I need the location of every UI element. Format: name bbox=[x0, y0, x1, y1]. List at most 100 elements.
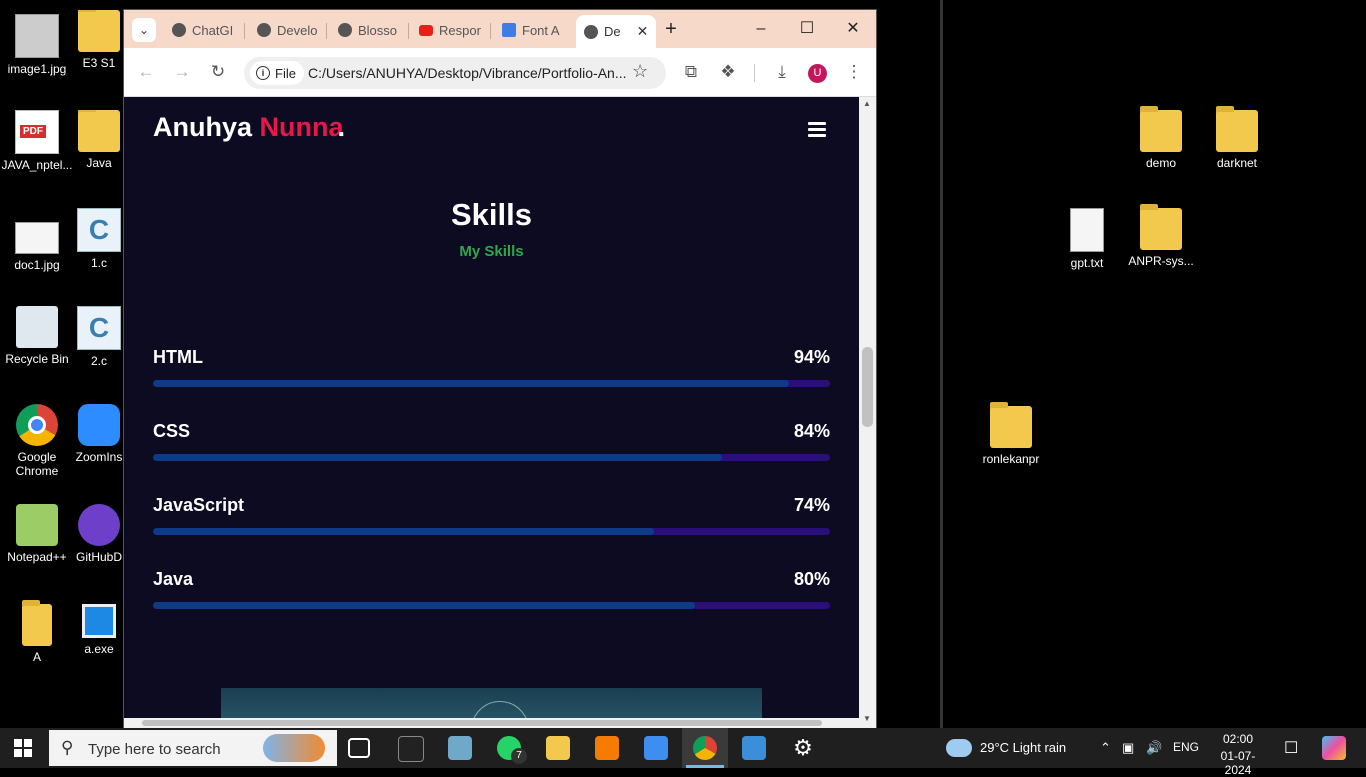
app-icon[interactable] bbox=[448, 736, 472, 760]
taskbar-search-box[interactable]: ⚲ Type here to search bbox=[49, 730, 337, 766]
menu-button[interactable]: ⋮ bbox=[843, 61, 865, 83]
xampp-icon[interactable] bbox=[595, 736, 619, 760]
horizontal-scroll-thumb[interactable] bbox=[142, 720, 822, 726]
weather-text[interactable]: 29°C Light rain bbox=[980, 740, 1066, 755]
text-file-icon bbox=[1070, 208, 1104, 252]
desktop-icon-doc1[interactable]: doc1.jpg bbox=[0, 210, 74, 272]
tab-label: Font A bbox=[522, 22, 560, 38]
horizontal-scrollbar[interactable] bbox=[124, 718, 859, 728]
language-indicator[interactable]: ENG bbox=[1173, 740, 1199, 754]
recycle-bin-icon bbox=[16, 306, 58, 348]
forward-button[interactable]: → bbox=[171, 61, 193, 83]
skill-name: HTML bbox=[153, 347, 203, 367]
windows-start-icon[interactable] bbox=[14, 739, 32, 757]
site-info-label: File bbox=[275, 65, 296, 81]
browser-window: ⌄ ChatGI Develo Blosso Respor Font A De bbox=[124, 10, 876, 728]
desktop-icon-label: ANPR-sys... bbox=[1128, 254, 1194, 268]
desktop-icon-a-folder[interactable]: A bbox=[0, 600, 74, 664]
image-file-icon bbox=[15, 14, 59, 58]
tab-develo[interactable]: Develo bbox=[257, 16, 317, 44]
desktop-icon-google-chrome[interactable]: Google Chrome bbox=[0, 404, 74, 478]
bookmark-star-icon[interactable]: ☆ bbox=[632, 61, 648, 82]
skill-name: Java bbox=[153, 569, 194, 589]
site-info-chip[interactable]: i File bbox=[250, 61, 304, 85]
downloads-button[interactable]: ⤓ bbox=[771, 61, 793, 83]
desktop-icon-java[interactable]: Java bbox=[74, 110, 124, 170]
desktop-icon-github[interactable]: GitHubD bbox=[74, 504, 124, 564]
chrome-icon bbox=[693, 736, 717, 760]
hamburger-menu-icon[interactable] bbox=[808, 122, 826, 140]
address-bar[interactable]: i File C:/Users/ANUHYA/Desktop/Vibrance/… bbox=[244, 57, 666, 89]
scroll-down-icon[interactable]: ▼ bbox=[863, 714, 871, 723]
reload-button[interactable]: ↻ bbox=[207, 61, 229, 83]
settings-gear-icon[interactable]: ⚙ bbox=[791, 736, 815, 760]
network-icon[interactable]: ▣ bbox=[1122, 740, 1134, 756]
desktop-icon-notepadpp[interactable]: Notepad++ bbox=[0, 504, 74, 564]
desktop-icon-zoom[interactable]: ZoomIns bbox=[74, 404, 124, 464]
vertical-scrollbar[interactable]: ▲ ▼ bbox=[859, 97, 876, 728]
clock[interactable]: 02:00 01-07-2024 bbox=[1208, 732, 1268, 777]
tab-chatgpt[interactable]: ChatGI bbox=[172, 16, 233, 44]
notifications-icon[interactable]: ☐ bbox=[1284, 738, 1298, 758]
desktop-icon-2c[interactable]: C 2.c bbox=[74, 306, 124, 368]
skill-name: CSS bbox=[153, 421, 191, 441]
tab-blosso[interactable]: Blosso bbox=[338, 16, 397, 44]
profile-avatar[interactable]: U bbox=[808, 64, 827, 83]
desktop-divider bbox=[940, 0, 943, 728]
tab-font-awesome[interactable]: Font A bbox=[502, 16, 560, 44]
minimize-button[interactable]: – bbox=[746, 18, 776, 40]
terminal-icon[interactable] bbox=[398, 736, 424, 762]
taskbar-active-app[interactable] bbox=[682, 728, 728, 768]
desktop-icon-java-nptel[interactable]: PDF JAVA_nptel... bbox=[0, 110, 74, 172]
file-explorer-icon[interactable] bbox=[546, 736, 570, 760]
copilot-icon[interactable] bbox=[1322, 736, 1346, 760]
tab-active[interactable]: De ✕ bbox=[576, 15, 657, 48]
chevron-down-icon: ⌄ bbox=[138, 23, 150, 37]
chevron-up-icon[interactable]: ⌃ bbox=[1100, 740, 1111, 756]
vertical-scroll-thumb[interactable] bbox=[862, 347, 873, 427]
pdf-icon: PDF bbox=[15, 110, 59, 154]
photos-icon[interactable] bbox=[742, 736, 766, 760]
chatgpt-icon bbox=[172, 23, 186, 37]
desktop-icon-anpr[interactable]: ANPR-sys... bbox=[1124, 204, 1198, 268]
c-file-icon: C bbox=[77, 208, 121, 252]
desktop-icon-recycle-bin[interactable]: Recycle Bin bbox=[0, 306, 74, 366]
desktop-icon-ronlekanpr[interactable]: ronlekanpr bbox=[974, 402, 1048, 466]
scroll-up-icon[interactable]: ▲ bbox=[863, 99, 871, 108]
folder-icon bbox=[78, 10, 120, 52]
image-file-icon bbox=[15, 222, 59, 254]
minimize-icon: – bbox=[756, 20, 766, 37]
tab-label: Respor bbox=[439, 22, 481, 38]
desktop-icon-a-exe[interactable]: a.exe bbox=[74, 604, 124, 656]
close-window-button[interactable]: ✕ bbox=[838, 18, 868, 40]
tab-groups-button[interactable]: ⧉ bbox=[680, 61, 702, 83]
extensions-button[interactable]: ❖ bbox=[717, 61, 739, 83]
info-icon: i bbox=[256, 66, 270, 80]
reload-icon: ↻ bbox=[210, 62, 226, 81]
toolbar-divider bbox=[754, 64, 755, 82]
tab-respor[interactable]: Respor bbox=[419, 16, 481, 44]
store-icon[interactable] bbox=[644, 736, 668, 760]
back-button[interactable]: ← bbox=[135, 61, 157, 83]
desktop-icon-e3s1[interactable]: E3 S1 bbox=[74, 10, 124, 70]
maximize-button[interactable]: ☐ bbox=[792, 18, 822, 40]
zoom-icon bbox=[78, 404, 120, 446]
close-tab-icon[interactable]: ✕ bbox=[637, 23, 649, 40]
desktop-icon-demo[interactable]: demo bbox=[1124, 106, 1198, 170]
site-logo[interactable]: Anuhya Nunna. bbox=[153, 112, 345, 143]
new-tab-button[interactable]: + bbox=[656, 18, 686, 40]
desktop-icon-image1[interactable]: image1.jpg bbox=[0, 14, 74, 76]
folder-icon bbox=[1216, 106, 1258, 152]
tab-separator bbox=[244, 23, 245, 39]
desktop-icon-1c[interactable]: C 1.c bbox=[74, 208, 124, 270]
browser-toolbar: ← → ↻ i File C:/Users/ANUHYA/Desktop/Vib… bbox=[124, 48, 876, 97]
volume-icon[interactable]: 🔊 bbox=[1146, 740, 1162, 756]
whatsapp-icon[interactable]: 7 bbox=[497, 736, 527, 764]
desktop-icon-gpt-txt[interactable]: gpt.txt bbox=[1050, 208, 1124, 270]
desktop-icon-darknet[interactable]: darknet bbox=[1200, 106, 1274, 170]
task-view-icon[interactable] bbox=[348, 738, 370, 758]
tab-search-button[interactable]: ⌄ bbox=[132, 18, 156, 42]
folder-icon bbox=[1140, 106, 1182, 152]
youtube-icon bbox=[419, 24, 433, 36]
whatsapp-badge: 7 bbox=[511, 748, 527, 764]
